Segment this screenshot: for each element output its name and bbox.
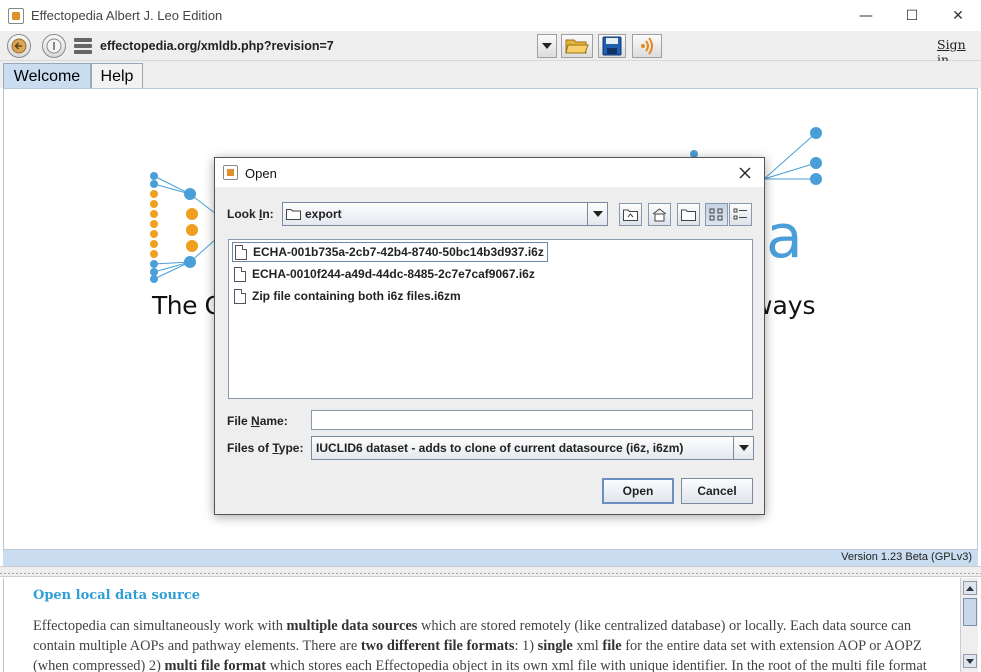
dialog-titlebar: Open (215, 158, 764, 187)
cancel-button[interactable]: Cancel (681, 478, 753, 504)
help-paragraph: Effectopedia can simultaneously work wit… (33, 616, 943, 672)
home-icon (652, 207, 667, 221)
close-icon (739, 167, 751, 179)
save-button[interactable] (598, 34, 626, 58)
look-in-label: Look In: (227, 207, 274, 221)
help-scrollbar[interactable] (960, 578, 978, 672)
database-icon (74, 38, 92, 54)
url-dropdown-button[interactable] (537, 34, 557, 58)
help-paragraph-segment: multiple data sources (286, 618, 418, 634)
folder-icon (565, 39, 589, 54)
file-name-label-pre: File (227, 414, 252, 428)
help-paragraph-segment: xml (572, 638, 603, 654)
help-paragraph-segment: single (537, 638, 573, 654)
file-item-1[interactable]: ECHA-0010f244-a49d-44dc-8485-2c7e7caf906… (232, 264, 538, 284)
open-dialog: Open Look In: export ECHA-001b735a-2cb7-… (214, 157, 765, 515)
scroll-up-button[interactable] (963, 581, 977, 595)
file-item-name: ECHA-0010f244-a49d-44dc-8485-2c7e7caf906… (252, 267, 535, 281)
chevron-down-icon (738, 445, 749, 451)
file-list[interactable]: ECHA-001b735a-2cb7-42b4-8740-50bc14b3d93… (228, 239, 753, 399)
splitter-grip-icon (0, 573, 981, 574)
file-item-name: Zip file containing both i6z files.i6zm (252, 289, 461, 303)
url-field[interactable]: effectopedia.org/xmldb.php?revision=7 (100, 39, 334, 53)
broadcast-icon (641, 37, 653, 55)
details-view-icon (733, 208, 747, 220)
help-title: Open local data source (33, 588, 201, 603)
scroll-thumb[interactable] (963, 598, 977, 626)
help-paragraph-segment: : 1) (514, 638, 538, 654)
file-item-2[interactable]: Zip file containing both i6z files.i6zm (232, 286, 464, 306)
window-title: Effectopedia Albert J. Leo Edition (31, 8, 223, 23)
back-button[interactable] (7, 34, 31, 58)
file-icon (235, 244, 247, 260)
scroll-down-button[interactable] (963, 654, 977, 668)
files-of-type-dropdown-arrow[interactable] (733, 437, 753, 459)
look-in-combo[interactable]: export (282, 202, 608, 226)
version-label: Version 1.23 Beta (GPLv3) (841, 551, 972, 563)
info-icon (46, 38, 62, 54)
new-folder-button[interactable] (677, 203, 700, 226)
broadcast-button[interactable] (632, 34, 662, 58)
dialog-app-icon (223, 165, 238, 180)
file-item-name: ECHA-001b735a-2cb7-42b4-8740-50bc14b3d93… (253, 245, 544, 259)
files-of-type-label-post: ype: (278, 441, 304, 455)
chevron-up-icon (966, 585, 974, 591)
file-name-label: File Name: (227, 414, 288, 428)
help-paragraph-segment: file (602, 638, 622, 654)
new-folder-icon (681, 209, 696, 221)
logo-tagline-left: The O (152, 291, 224, 320)
look-in-label-post: n: (262, 207, 274, 221)
file-icon (234, 266, 246, 282)
help-paragraph-segment: which stores each Effectopedia object in… (266, 658, 927, 672)
chevron-down-icon (542, 43, 552, 49)
file-name-input[interactable] (311, 410, 753, 430)
tab-welcome[interactable]: Welcome (3, 63, 91, 89)
open-folder-button[interactable] (561, 34, 593, 58)
files-of-type-combo[interactable]: IUCLID6 dataset - adds to clone of curre… (311, 436, 754, 460)
folder-icon (286, 209, 301, 220)
minimize-button[interactable]: — (843, 0, 889, 31)
app-icon (8, 8, 24, 24)
file-icon (234, 288, 246, 304)
files-of-type-label: Files of Type: (227, 441, 303, 455)
panel-splitter[interactable] (0, 566, 981, 577)
help-paragraph-segment: Effectopedia can simultaneously work wit… (33, 618, 287, 634)
help-paragraph-segment: multi file format (164, 658, 266, 672)
status-strip: Version 1.23 Beta (GPLv3) (3, 550, 978, 566)
back-arrow-icon (11, 38, 27, 54)
up-folder-icon (623, 209, 638, 221)
look-in-dropdown-arrow[interactable] (587, 203, 607, 225)
chevron-down-icon (592, 211, 603, 217)
open-button[interactable]: Open (602, 478, 674, 504)
file-item-0[interactable]: ECHA-001b735a-2cb7-42b4-8740-50bc14b3d93… (232, 242, 548, 262)
dialog-title: Open (245, 166, 277, 181)
files-of-type-value: IUCLID6 dataset - adds to clone of curre… (316, 441, 684, 455)
look-in-value: export (305, 207, 342, 221)
up-one-level-button[interactable] (619, 203, 642, 226)
file-name-label-post: ame: (259, 414, 288, 428)
list-view-button[interactable] (705, 203, 728, 226)
save-disk-icon (602, 36, 622, 56)
window-titlebar: Effectopedia Albert J. Leo Edition — ☐ ✕ (0, 0, 981, 31)
dialog-close-button[interactable] (733, 162, 757, 184)
logo-letter-a: a (766, 202, 803, 272)
tab-help[interactable]: Help (91, 63, 143, 89)
file-name-label-mnemonic: N (251, 414, 260, 428)
tab-bar: Welcome Help (0, 61, 981, 89)
help-panel: Open local data source Effectopedia can … (3, 578, 960, 672)
toolbar: effectopedia.org/xmldb.php?revision=7 (0, 31, 981, 61)
files-of-type-label-pre: Files of (227, 441, 273, 455)
info-button[interactable] (42, 34, 66, 58)
look-in-label-pre: Look (227, 207, 259, 221)
details-view-button[interactable] (729, 203, 752, 226)
help-paragraph-segment: two different file formats (360, 638, 515, 654)
maximize-button[interactable]: ☐ (889, 0, 935, 31)
close-button[interactable]: ✕ (935, 0, 981, 31)
list-view-icon (709, 208, 723, 221)
home-button[interactable] (648, 203, 671, 226)
chevron-down-icon (966, 658, 974, 664)
